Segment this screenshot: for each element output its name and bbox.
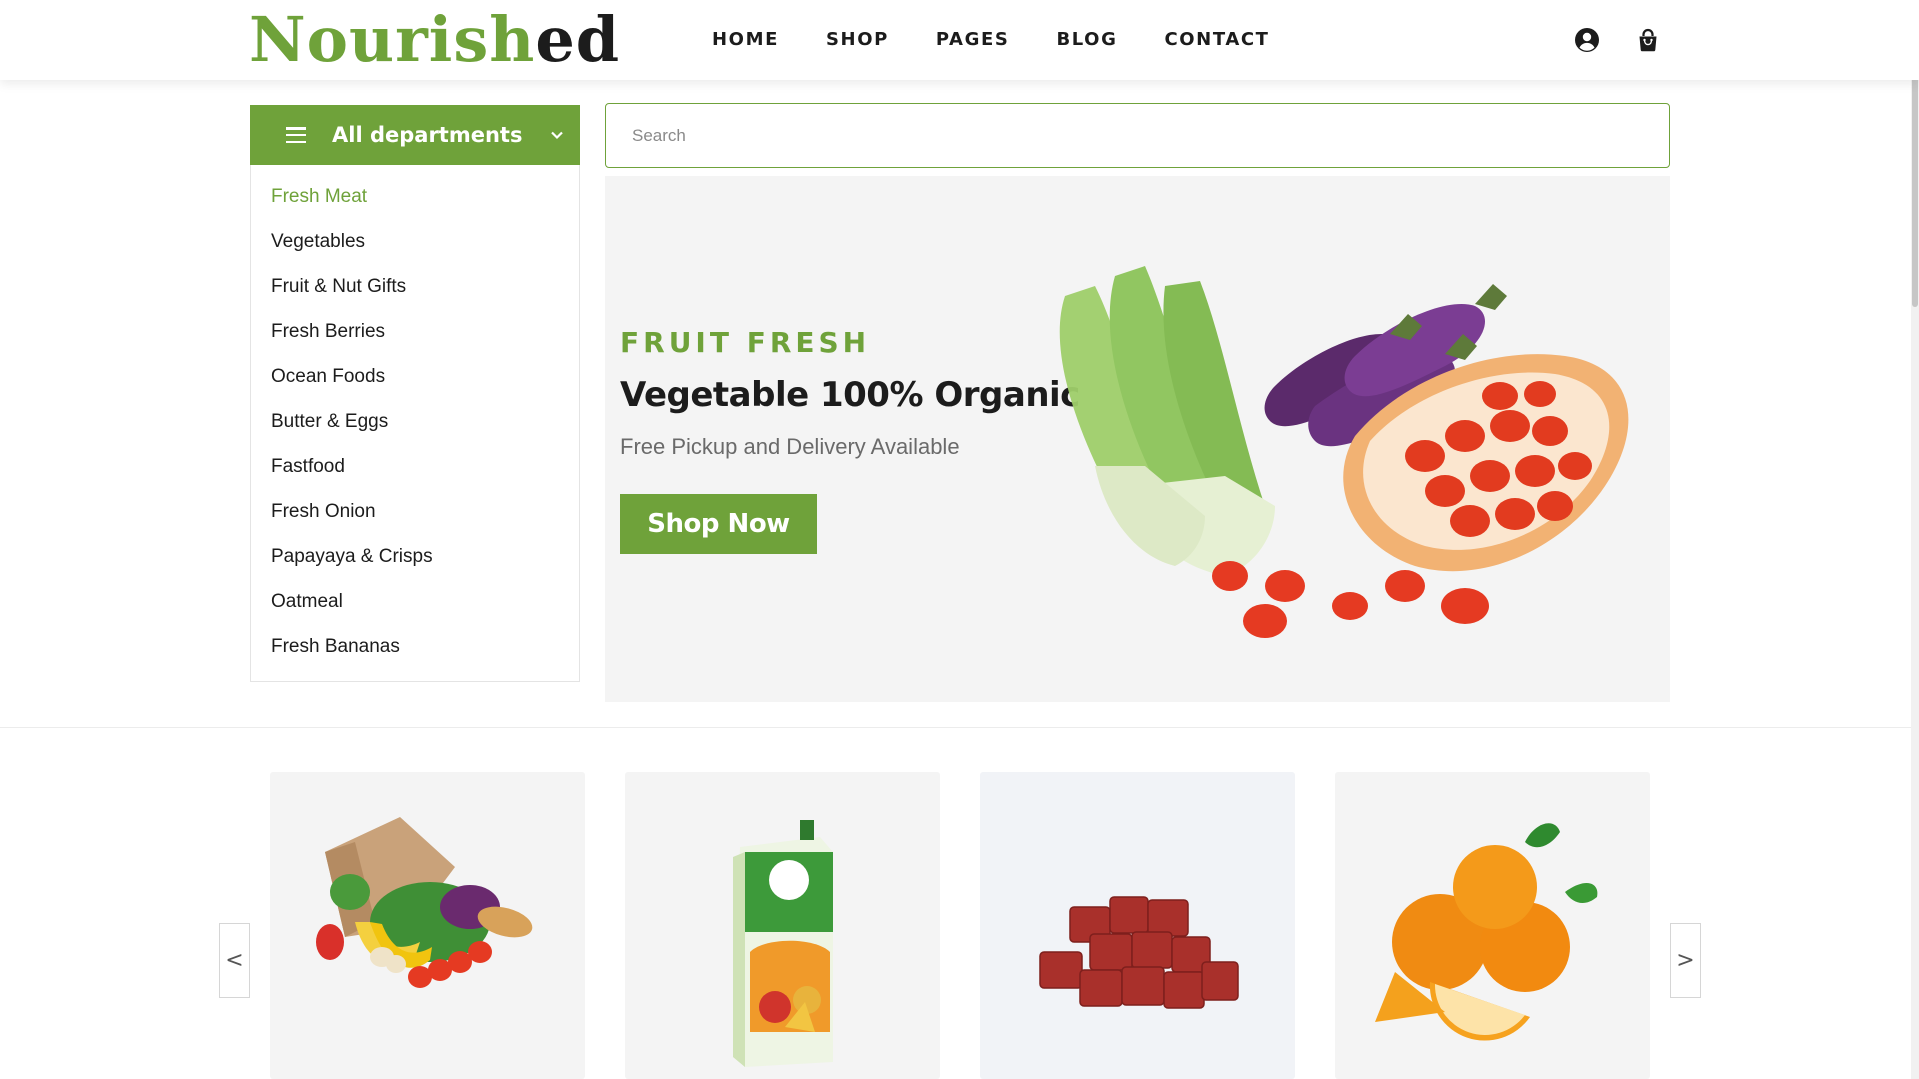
user-icon[interactable]: [1574, 27, 1600, 53]
carousel-next-button[interactable]: >: [1670, 923, 1701, 998]
grocery-bag-image: [316, 817, 533, 988]
department-list: Fresh Meat Vegetables Fruit & Nut Gifts …: [250, 165, 580, 682]
department-item-fresh-berries[interactable]: Fresh Berries: [251, 310, 579, 355]
department-item-butter-eggs[interactable]: Butter & Eggs: [251, 400, 579, 445]
site-header: Nourished HOME SHOP PAGES BLOG CONTACT: [0, 0, 1919, 80]
department-item-vegetables[interactable]: Vegetables: [251, 220, 579, 265]
juice-carton-image: [733, 820, 833, 1067]
nav-contact[interactable]: CONTACT: [1164, 28, 1269, 52]
category-card-oranges[interactable]: [1335, 772, 1650, 1079]
shopping-bag-icon[interactable]: [1635, 27, 1661, 53]
hero-vegetables-image: [1059, 266, 1629, 638]
nav-pages[interactable]: PAGES: [936, 28, 1010, 52]
category-card-juice[interactable]: [625, 772, 940, 1079]
hero-banner: FRUIT FRESH Vegetable 100% Organic Free …: [605, 176, 1670, 702]
department-item-fresh-meat[interactable]: Fresh Meat: [251, 175, 579, 220]
department-item-ocean-foods[interactable]: Ocean Foods: [251, 355, 579, 400]
search-input[interactable]: [606, 104, 1669, 167]
hero-title: Vegetable 100% Organic: [620, 375, 1080, 415]
department-item-fresh-onion[interactable]: Fresh Onion: [251, 490, 579, 535]
logo-text-dark: ed: [535, 3, 621, 76]
nav-shop[interactable]: SHOP: [826, 28, 889, 52]
site-logo[interactable]: Nourished: [249, 6, 620, 74]
hero-kicker: FRUIT FRESH: [620, 326, 871, 359]
nav-blog[interactable]: BLOG: [1056, 28, 1117, 52]
hero-subtitle: Free Pickup and Delivery Available: [620, 434, 960, 459]
main-nav: HOME SHOP PAGES BLOG CONTACT: [712, 28, 1317, 52]
carousel-prev-button[interactable]: <: [219, 923, 250, 998]
all-departments-button[interactable]: All departments: [250, 105, 580, 165]
raw-meat-image: [1039, 896, 1239, 1009]
oranges-image: [1375, 823, 1598, 1041]
search-box: [605, 103, 1670, 168]
department-item-fruit-nut-gifts[interactable]: Fruit & Nut Gifts: [251, 265, 579, 310]
category-card-grocery[interactable]: [270, 772, 585, 1079]
shop-now-button[interactable]: Shop Now: [620, 494, 817, 554]
department-item-oatmeal[interactable]: Oatmeal: [251, 580, 579, 625]
logo-text-green: Nourish: [249, 3, 536, 76]
department-item-fresh-bananas[interactable]: Fresh Bananas: [251, 625, 579, 670]
section-divider: [0, 727, 1919, 728]
category-card-meat[interactable]: [980, 772, 1295, 1079]
all-departments-label: All departments: [332, 123, 523, 147]
chevron-down-icon: [551, 131, 564, 140]
hamburger-icon: [286, 127, 306, 143]
department-item-fastfood[interactable]: Fastfood: [251, 445, 579, 490]
department-item-papayaya-crisps[interactable]: Papayaya & Crisps: [251, 535, 579, 580]
nav-home[interactable]: HOME: [712, 28, 779, 52]
page-scrollbar[interactable]: [1911, 0, 1919, 1079]
